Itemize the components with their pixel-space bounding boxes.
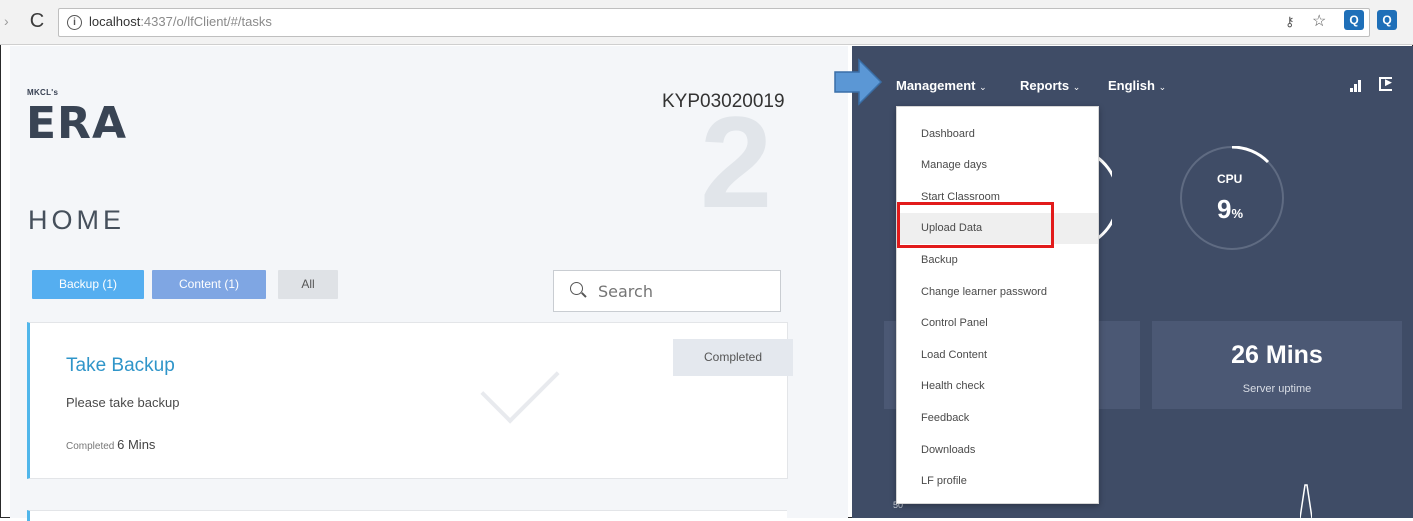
address-bar[interactable]: i localhost:4337/o/lfClient/#/tasks xyxy=(58,8,1370,37)
reports-label: Reports xyxy=(1020,78,1070,93)
info-icon[interactable]: i xyxy=(67,15,82,30)
page-title: HOME xyxy=(28,205,125,235)
app-logo: ERA xyxy=(26,98,127,149)
uptime-value: 26 Mins xyxy=(1231,341,1323,369)
url-host: localhost xyxy=(89,14,141,29)
filter-content-button[interactable]: Content (1) xyxy=(152,270,266,299)
search-icon xyxy=(570,282,583,295)
management-dropdown-menu: Dashboard Manage days Start Classroom Up… xyxy=(896,106,1099,504)
browser-toolbar: › C i localhost:4337/o/lfClient/#/tasks … xyxy=(0,0,1413,45)
management-menu-toggle[interactable]: Management ⌄ xyxy=(896,78,987,93)
search-input[interactable] xyxy=(596,279,775,303)
task-meta-label: Completed xyxy=(66,441,115,452)
back-arrow-icon[interactable]: › xyxy=(4,11,16,31)
brand-owner: MKCL's xyxy=(27,88,59,97)
filter-backup-button[interactable]: Backup (1) xyxy=(32,270,144,299)
menu-item-load-content[interactable]: Load Content xyxy=(897,340,1098,371)
task-card-2[interactable] xyxy=(27,510,787,521)
checkmark-icon xyxy=(480,344,560,424)
task-title[interactable]: Take Backup xyxy=(66,355,175,377)
reload-icon[interactable]: C xyxy=(24,8,50,34)
annotation-highlight-box xyxy=(897,202,1054,248)
task-card[interactable]: Take Backup Please take backup Completed… xyxy=(27,322,793,479)
signal-icon[interactable] xyxy=(1350,80,1364,92)
menu-item-lf-profile[interactable]: LF profile xyxy=(897,466,1098,497)
cpu-label: CPU xyxy=(1217,172,1243,186)
cpu-number: 9 xyxy=(1217,194,1232,224)
menu-item-backup[interactable]: Backup xyxy=(897,245,1098,276)
chevron-down-icon: ⌄ xyxy=(1158,82,1167,92)
bookmark-star-icon[interactable]: ☆ xyxy=(1312,11,1326,31)
menu-item-change-learner-password[interactable]: Change learner password xyxy=(897,277,1098,308)
chevron-down-icon: ⌄ xyxy=(979,82,987,92)
uptime-label: Server uptime xyxy=(1242,383,1312,395)
task-description: Please take backup xyxy=(66,395,180,410)
status-badge: Completed xyxy=(673,339,793,376)
cpu-value: 9% xyxy=(1217,194,1243,225)
menu-item-feedback[interactable]: Feedback xyxy=(897,403,1098,434)
task-meta: Completed 6 Mins xyxy=(66,437,155,452)
menu-item-health-check[interactable]: Health check xyxy=(897,371,1098,402)
menu-item-manage-days[interactable]: Manage days xyxy=(897,150,1098,181)
url-path: :4337/o/lfClient/#/tasks xyxy=(140,14,272,29)
task-meta-time: 6 Mins xyxy=(117,437,156,452)
language-label: English xyxy=(1108,78,1155,93)
logout-icon[interactable] xyxy=(1379,77,1392,91)
cpu-unit: % xyxy=(1231,206,1244,221)
extension-icon-2[interactable]: Q xyxy=(1377,10,1397,30)
filter-all-button[interactable]: All xyxy=(278,270,338,299)
management-label: Management xyxy=(896,78,976,93)
reports-menu-toggle[interactable]: Reports ⌄ xyxy=(1020,78,1080,93)
search-box[interactable] xyxy=(553,270,781,312)
language-menu-toggle[interactable]: English ⌄ xyxy=(1108,78,1166,93)
chevron-down-icon: ⌄ xyxy=(1072,82,1081,92)
usage-chart-line xyxy=(1300,484,1312,518)
menu-item-dashboard[interactable]: Dashboard xyxy=(897,119,1098,150)
extension-icon[interactable]: Q xyxy=(1344,10,1364,30)
task-count-number: 2 xyxy=(700,89,773,235)
pointer-arrow-icon xyxy=(834,58,883,106)
menu-item-downloads[interactable]: Downloads xyxy=(897,435,1098,466)
menu-item-control-panel[interactable]: Control Panel xyxy=(897,308,1098,339)
url-text[interactable]: localhost:4337/o/lfClient/#/tasks xyxy=(89,14,272,29)
uptime-card: 26 Mins Server uptime xyxy=(1152,321,1402,409)
key-icon[interactable]: ⚷ xyxy=(1285,14,1295,30)
